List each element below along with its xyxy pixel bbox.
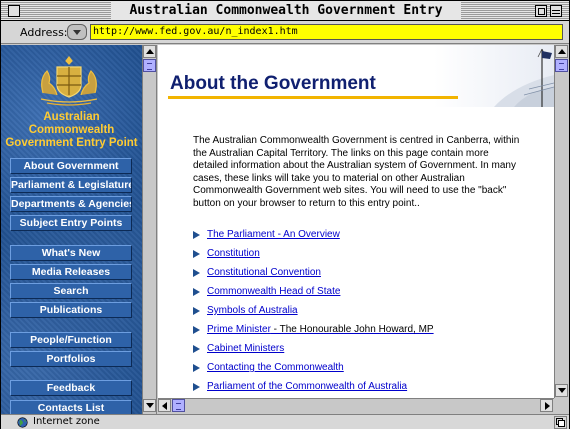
status-bar: Internet zone xyxy=(1,414,569,429)
title-bar[interactable]: Australian Commonwealth Government Entry… xyxy=(1,1,569,36)
scroll-thumb[interactable] xyxy=(143,59,156,72)
nav-feedback[interactable]: Feedback xyxy=(10,380,132,396)
window-title: Australian Commonwealth Government Entry… xyxy=(111,2,461,36)
site-title: Australian Commonwealth Government Entry… xyxy=(1,111,142,150)
scroll-up-arrow-icon[interactable] xyxy=(555,45,568,58)
address-label: Address: xyxy=(20,26,68,39)
nav-about-government[interactable]: About Government xyxy=(10,158,132,174)
intro-paragraph: The Australian Commonwealth Government i… xyxy=(193,135,520,209)
navigation-frame: Australian Commonwealth Government Entry… xyxy=(1,45,142,415)
link-prime-minister-label[interactable]: Prime Minister xyxy=(207,324,271,335)
link-symbols-of-australia[interactable]: Symbols of Australia xyxy=(207,304,298,318)
link-parliament-of-commonwealth[interactable]: Parliament of the Commonwealth of Austra… xyxy=(207,380,407,394)
nav-subject-entry-points[interactable]: Subject Entry Points xyxy=(10,215,132,231)
address-input[interactable]: http://www.fed.gov.au/n_index1.htm xyxy=(90,24,563,40)
triangle-bullet-icon xyxy=(193,345,200,353)
nav-search[interactable]: Search xyxy=(10,283,132,299)
scroll-down-arrow-icon[interactable] xyxy=(555,384,568,397)
nav-contacts-list[interactable]: Contacts List xyxy=(10,400,132,415)
link-constitution[interactable]: Constitution xyxy=(207,247,260,261)
resize-grip-icon[interactable] xyxy=(554,416,567,429)
status-text: Internet zone xyxy=(33,416,100,427)
triangle-bullet-icon xyxy=(193,288,200,296)
link-constitutional-convention[interactable]: Constitutional Convention xyxy=(207,266,321,280)
triangle-bullet-icon xyxy=(193,364,200,372)
zoom-box-icon[interactable] xyxy=(535,5,547,17)
collapse-box-icon[interactable] xyxy=(550,5,562,17)
nav-parliament-legislature[interactable]: Parliament & Legislature xyxy=(10,177,132,193)
link-head-of-state[interactable]: Commonwealth Head of State xyxy=(207,285,340,299)
triangle-bullet-icon xyxy=(193,231,200,239)
content-horizontal-scrollbar[interactable] xyxy=(158,398,554,413)
nav-whats-new[interactable]: What's New xyxy=(10,245,132,261)
coat-of-arms-icon xyxy=(40,56,98,106)
link-prime-minister[interactable]: Prime Minister - The Honourable John How… xyxy=(207,323,434,337)
triangle-bullet-icon xyxy=(193,307,200,315)
nav-media-releases[interactable]: Media Releases xyxy=(10,264,132,280)
site-title-line2: Government Entry Point xyxy=(5,137,138,149)
scroll-right-arrow-icon[interactable] xyxy=(540,399,553,412)
scroll-thumb[interactable] xyxy=(172,399,185,412)
address-bar: Address: http://www.fed.gov.au/n_index1.… xyxy=(1,21,569,44)
browser-window: Australian Commonwealth Government Entry… xyxy=(0,0,570,429)
nav-departments-agencies[interactable]: Departments & Agencies xyxy=(10,196,132,212)
nav-portfolios[interactable]: Portfolios xyxy=(10,351,132,367)
address-history-dropdown[interactable] xyxy=(67,24,87,40)
triangle-bullet-icon xyxy=(193,326,200,334)
link-cabinet-ministers[interactable]: Cabinet Ministers xyxy=(207,342,284,356)
scroll-down-arrow-icon[interactable] xyxy=(143,399,156,412)
triangle-bullet-icon xyxy=(193,269,200,277)
link-contacting-commonwealth[interactable]: Contacting the Commonwealth xyxy=(207,361,344,375)
prime-minister-name: - The Honourable John Howard, MP xyxy=(270,324,434,335)
page-title: About the Government xyxy=(170,73,376,94)
content-frame: About the Government The Australian Comm… xyxy=(158,45,554,398)
nav-frame-scrollbar[interactable] xyxy=(142,45,157,415)
globe-icon xyxy=(17,417,28,428)
site-title-line1: Australian Commonwealth xyxy=(28,111,115,136)
scroll-thumb[interactable] xyxy=(555,59,568,72)
nav-publications[interactable]: Publications xyxy=(10,302,132,318)
scroll-left-arrow-icon[interactable] xyxy=(158,399,171,412)
triangle-bullet-icon xyxy=(193,383,200,391)
nav-people-function[interactable]: People/Function xyxy=(10,332,132,348)
close-box-icon[interactable] xyxy=(8,5,20,17)
heading-rule xyxy=(168,96,458,99)
link-parliament-overview[interactable]: The Parliament - An Overview xyxy=(207,228,340,242)
content-vertical-scrollbar[interactable] xyxy=(554,45,569,398)
triangle-bullet-icon xyxy=(193,250,200,258)
scroll-up-arrow-icon[interactable] xyxy=(143,45,156,58)
